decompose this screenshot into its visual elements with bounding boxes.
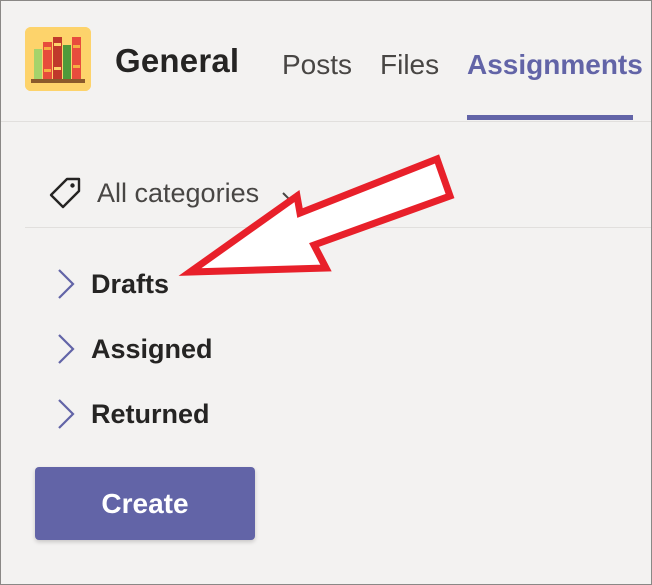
tab-assignments[interactable]: Assignments xyxy=(467,45,643,85)
divider xyxy=(25,227,651,228)
section-label: Returned xyxy=(91,399,210,429)
category-filter-dropdown[interactable]: All categories xyxy=(47,173,301,213)
chevron-right-icon xyxy=(58,334,75,364)
section-label: Assigned xyxy=(91,334,213,364)
filter-label: All categories xyxy=(97,178,260,208)
chevron-right-icon xyxy=(58,269,75,299)
active-tab-indicator xyxy=(467,115,633,120)
tab-posts[interactable]: Posts xyxy=(282,45,352,85)
section-drafts[interactable]: Drafts xyxy=(53,264,169,304)
channel-avatar-icon xyxy=(25,27,91,91)
chevron-down-icon xyxy=(282,192,298,202)
assignments-panel: General Posts Files Assignments All cate… xyxy=(0,0,652,585)
section-returned[interactable]: Returned xyxy=(53,394,210,434)
create-button[interactable]: Create xyxy=(35,467,255,540)
channel-header: General Posts Files Assignments xyxy=(1,1,651,122)
section-label: Drafts xyxy=(91,269,170,299)
tag-icon xyxy=(49,177,81,209)
chevron-right-icon xyxy=(58,399,75,429)
channel-title: General xyxy=(115,42,240,79)
tab-files[interactable]: Files xyxy=(380,45,439,85)
section-assigned[interactable]: Assigned xyxy=(53,329,213,369)
